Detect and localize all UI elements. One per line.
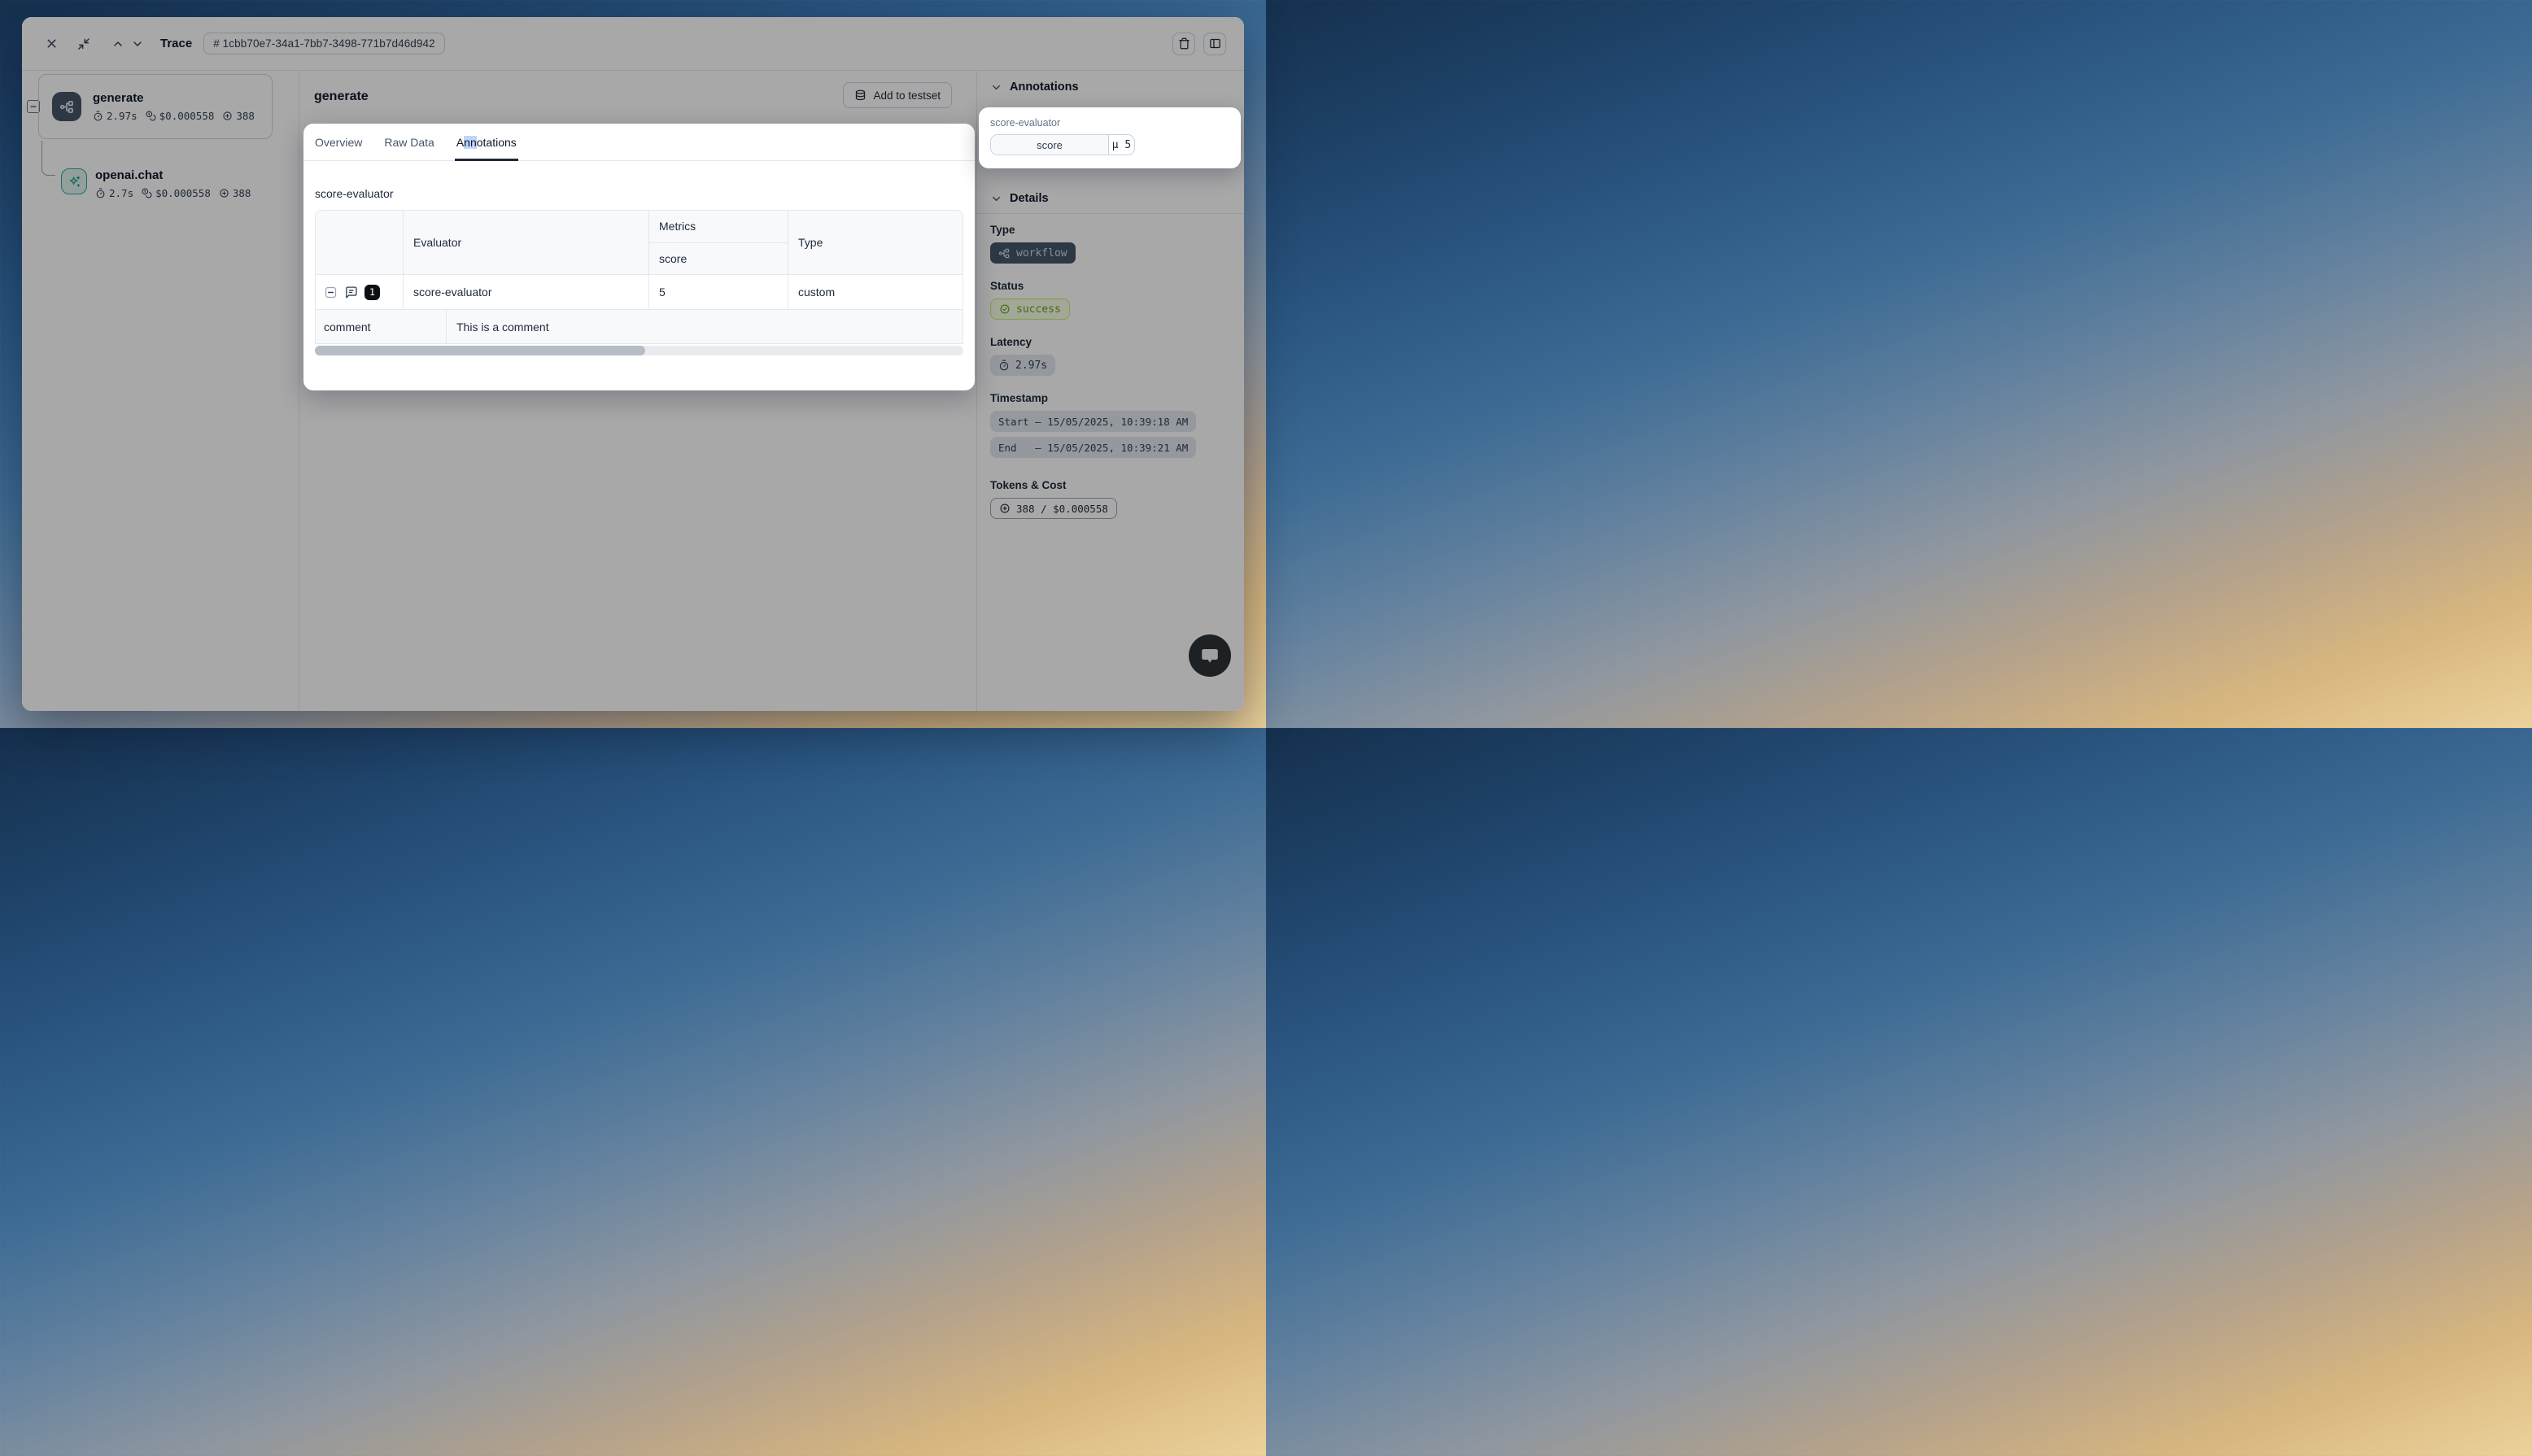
comment-row: comment This is a comment: [316, 310, 963, 343]
score-metric-pill[interactable]: score μ 5: [990, 134, 1135, 155]
horizontal-scrollbar[interactable]: [315, 346, 963, 355]
annotations-modal: Overview Raw Data Annotations score-eval…: [303, 124, 975, 390]
tab-overview[interactable]: Overview: [315, 124, 362, 160]
text-selection-highlight: nn: [464, 136, 477, 149]
annotation-evaluator-name: score-evaluator: [990, 117, 1229, 129]
evaluator-section-title: score-evaluator: [315, 187, 963, 200]
comment-icon: [344, 286, 358, 299]
annotations-tab-content: score-evaluator Evaluator Metrics score …: [303, 187, 975, 355]
comment-button[interactable]: [344, 286, 358, 299]
annotations-table: Evaluator Metrics score Type: [315, 210, 963, 344]
tab-raw-data[interactable]: Raw Data: [384, 124, 434, 160]
comment-key: comment: [316, 310, 447, 343]
tab-annotations[interactable]: Annotations: [456, 124, 517, 160]
table-header-row: Evaluator Metrics score Type: [316, 211, 963, 275]
scrollbar-thumb[interactable]: [315, 346, 645, 355]
trace-window: Trace # 1cbb70e7-34a1-7bb7-3498-771b7d46…: [22, 17, 1244, 711]
cell-type: custom: [788, 275, 963, 310]
header-cell-metrics: Metrics score: [649, 211, 788, 275]
cell-evaluator: score-evaluator: [404, 275, 649, 310]
square-minus-icon: [324, 286, 338, 299]
metric-mean-value: μ 5: [1109, 135, 1134, 155]
span-tabs: Overview Raw Data Annotations: [303, 124, 975, 161]
comment-count-badge[interactable]: 1: [365, 285, 380, 300]
cell-score: 5: [649, 275, 788, 310]
evaluator-table-row[interactable]: 1 score-evaluator 5 custom: [316, 275, 963, 310]
header-cell-evaluator: Evaluator: [404, 211, 649, 275]
collapse-row-toggle[interactable]: [324, 286, 338, 299]
comment-value: This is a comment: [447, 310, 963, 343]
header-cell-empty: [316, 211, 404, 275]
metric-name: score: [991, 135, 1109, 155]
header-cell-type: Type: [788, 211, 963, 275]
annotation-score-card: score-evaluator score μ 5: [979, 107, 1241, 168]
